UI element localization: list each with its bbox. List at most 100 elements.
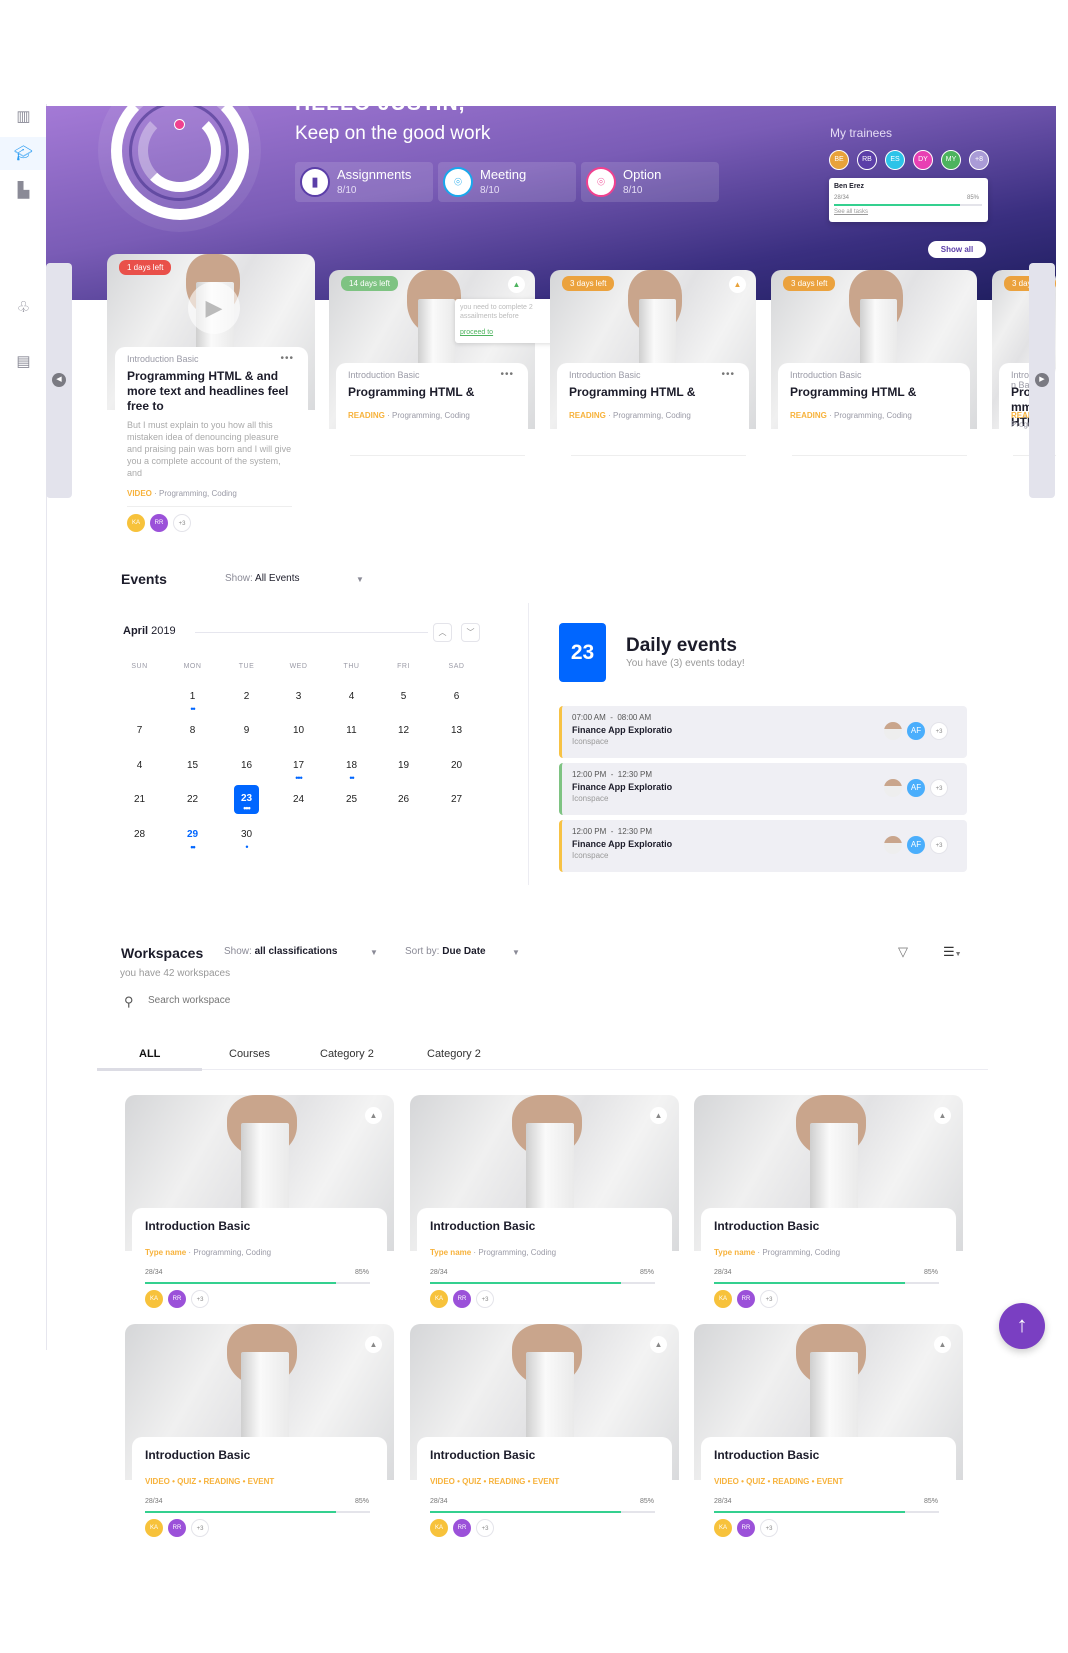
trainee-avatar[interactable]: +8: [969, 150, 989, 170]
carousel-prev-button[interactable]: ◀: [46, 263, 72, 498]
trainee-avatar[interactable]: DY: [913, 150, 933, 170]
warning-icon[interactable]: ▲: [934, 1336, 951, 1353]
avatar[interactable]: RR: [168, 1519, 186, 1537]
workspace-card[interactable]: Introduction Basic: [417, 1208, 672, 1252]
more-avatars-count[interactable]: +3: [173, 514, 191, 532]
calendar-day[interactable]: 2: [231, 687, 262, 710]
calendar-day[interactable]: 26: [388, 790, 419, 813]
tab-category-2[interactable]: Category 2: [427, 1048, 481, 1060]
list-view-icon[interactable]: ☰▼: [943, 944, 962, 960]
avatar[interactable]: KA: [127, 514, 145, 532]
warning-icon[interactable]: ▲: [508, 276, 525, 293]
tab-all[interactable]: ALL: [139, 1048, 160, 1060]
avatar[interactable]: KA: [430, 1519, 448, 1537]
calendar-day[interactable]: 29 ••: [177, 825, 208, 852]
avatar[interactable]: KA: [145, 1290, 163, 1308]
calendar-day[interactable]: 6: [441, 687, 472, 710]
calendar-day[interactable]: 17 •••: [283, 756, 314, 783]
more-avatars-count[interactable]: +3: [191, 1290, 209, 1308]
calendar-day[interactable]: 4: [124, 756, 155, 779]
workspace-card[interactable]: Introduction Basic: [417, 1437, 672, 1481]
attendee-avatar[interactable]: AF: [907, 779, 925, 797]
avatar[interactable]: RR: [737, 1519, 755, 1537]
stat-meeting[interactable]: ⌾ Meeting 8/10: [438, 162, 576, 202]
warning-icon[interactable]: ▲: [934, 1107, 951, 1124]
calendar-day[interactable]: 20: [441, 756, 472, 779]
prev-month-button[interactable]: ︿: [433, 623, 452, 642]
course-card[interactable]: Introduction Basic ••• Programming HTML & R…: [557, 363, 749, 429]
calendar-day[interactable]: 8: [177, 721, 208, 744]
more-avatars-count[interactable]: +3: [476, 1519, 494, 1537]
calendar-day[interactable]: 10: [283, 721, 314, 744]
calendar-day[interactable]: 21: [124, 790, 155, 813]
event-item[interactable]: 12:00 PM - 12:30 PM Finance App Explorati…: [559, 763, 967, 815]
calendar-day[interactable]: 19: [388, 756, 419, 779]
warning-icon[interactable]: ▲: [365, 1336, 382, 1353]
more-avatars-count[interactable]: +3: [760, 1519, 778, 1537]
stat-option[interactable]: ⌾ Option 8/10: [581, 162, 719, 202]
attendee-photo[interactable]: [884, 779, 902, 797]
avatar[interactable]: KA: [430, 1290, 448, 1308]
sidebar-item-courses[interactable]: 🎓︎: [13, 143, 34, 164]
avatar[interactable]: RR: [150, 514, 168, 532]
more-attendees-count[interactable]: +3: [930, 779, 948, 797]
tab-courses[interactable]: Courses: [229, 1048, 270, 1060]
search-workspace-input[interactable]: [148, 995, 448, 1006]
calendar-day[interactable]: 5: [388, 687, 419, 710]
proceed-link[interactable]: proceed to: [460, 329, 493, 336]
calendar-day[interactable]: 9: [231, 721, 262, 744]
calendar-day[interactable]: 7: [124, 721, 155, 744]
more-avatars-count[interactable]: +3: [476, 1290, 494, 1308]
classification-dropdown[interactable]: Show: all classifications: [224, 946, 337, 957]
tab-category-2[interactable]: Category 2: [320, 1048, 374, 1060]
avatar[interactable]: KA: [145, 1519, 163, 1537]
workspace-card[interactable]: Introduction Basic: [132, 1437, 387, 1481]
next-month-button[interactable]: ﹀: [461, 623, 480, 642]
calendar-day[interactable]: 30 •: [231, 825, 262, 852]
avatar[interactable]: RR: [453, 1519, 471, 1537]
calendar-day[interactable]: 18 ••: [336, 756, 367, 783]
trainee-avatar[interactable]: RB: [857, 150, 877, 170]
more-options-icon[interactable]: •••: [721, 369, 735, 380]
avatar[interactable]: RR: [737, 1290, 755, 1308]
event-item[interactable]: 07:00 AM - 08:00 AM Finance App Explorati…: [559, 706, 967, 758]
scroll-to-top-button[interactable]: ↑: [999, 1303, 1045, 1349]
trainee-avatar[interactable]: MY: [941, 150, 961, 170]
calendar-day[interactable]: 28: [124, 825, 155, 848]
more-attendees-count[interactable]: +3: [930, 722, 948, 740]
filter-icon[interactable]: ▽: [898, 944, 908, 960]
sidebar-item-achievements[interactable]: ♧: [13, 297, 34, 318]
attendee-photo[interactable]: [884, 722, 902, 740]
calendar-day[interactable]: 25: [336, 790, 367, 813]
workspace-card[interactable]: Introduction Basic: [701, 1208, 956, 1252]
calendar-day[interactable]: 12: [388, 721, 419, 744]
calendar-day[interactable]: 3: [283, 687, 314, 710]
carousel-next-button[interactable]: ▶: [1029, 263, 1055, 498]
more-options-icon[interactable]: •••: [500, 369, 514, 380]
calendar-day[interactable]: 4: [336, 687, 367, 710]
sidebar-item-reports[interactable]: ▙: [13, 180, 34, 201]
show-all-button[interactable]: Show all: [928, 241, 986, 258]
calendar-day[interactable]: 23 •••: [234, 785, 259, 815]
calendar-day[interactable]: 27: [441, 790, 472, 813]
course-card-featured[interactable]: Introduction Basic ••• Programming HTML & …: [115, 347, 308, 420]
warning-icon[interactable]: ▲: [365, 1107, 382, 1124]
trainee-avatar[interactable]: ES: [885, 150, 905, 170]
calendar-day[interactable]: 11: [336, 721, 367, 744]
warning-icon[interactable]: ▲: [729, 276, 746, 293]
workspace-card[interactable]: Introduction Basic: [132, 1208, 387, 1252]
calendar-day[interactable]: 15: [177, 756, 208, 779]
avatar[interactable]: RR: [168, 1290, 186, 1308]
avatar[interactable]: KA: [714, 1519, 732, 1537]
stat-assignments[interactable]: ▮ Assignments 8/10: [295, 162, 433, 202]
sidebar-item-library[interactable]: ▥: [13, 106, 34, 127]
chevron-down-icon[interactable]: ▼: [512, 948, 520, 957]
sidebar-item-tasks[interactable]: ▤: [13, 351, 34, 372]
chevron-down-icon[interactable]: ▼: [356, 575, 364, 584]
calendar-day[interactable]: 13: [441, 721, 472, 744]
sort-dropdown[interactable]: Sort by: Due Date: [405, 946, 486, 957]
more-options-icon[interactable]: •••: [280, 353, 294, 364]
more-attendees-count[interactable]: +3: [930, 836, 948, 854]
more-avatars-count[interactable]: +3: [191, 1519, 209, 1537]
play-icon[interactable]: ▶: [188, 282, 240, 334]
